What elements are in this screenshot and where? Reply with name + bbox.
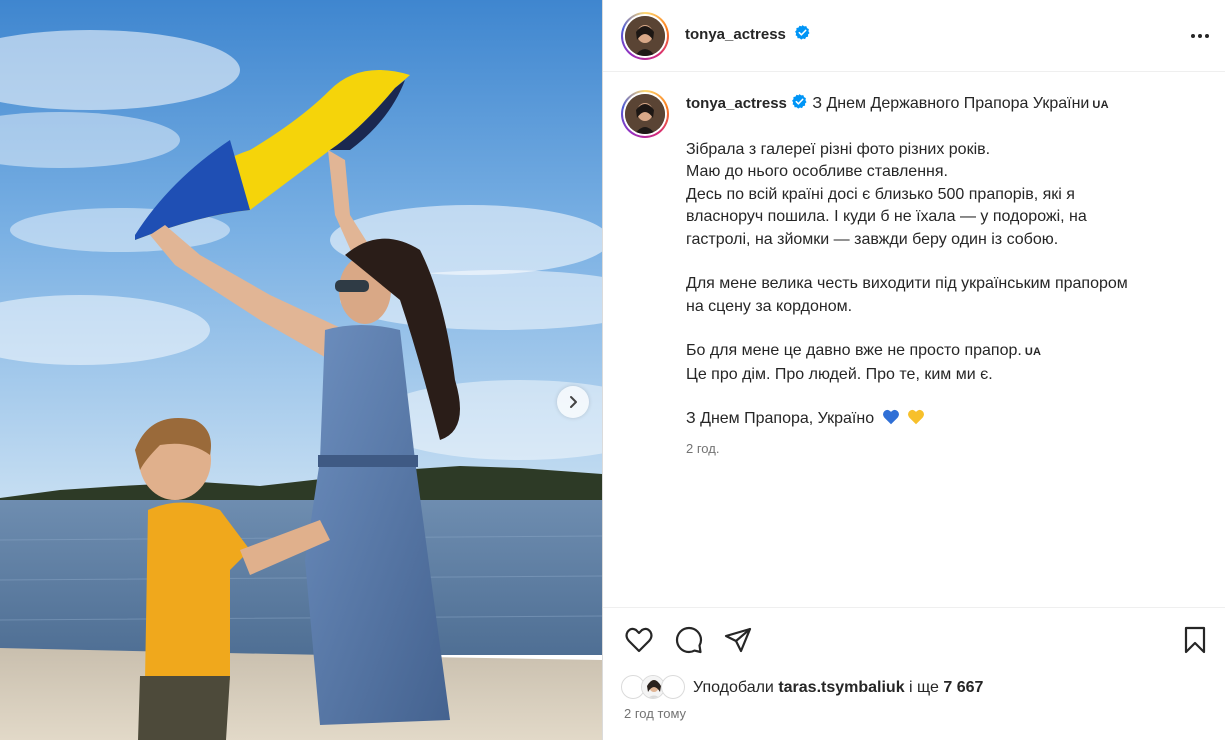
bookmark-icon (1184, 626, 1206, 654)
likes-text[interactable]: Уподобали taras.tsymbaliuk і ще 7 667 (693, 679, 983, 697)
caption-line: на сцену за кордоном. (686, 297, 853, 315)
caption-line: гастролі, на зйомки — завжди беру один і… (686, 230, 1059, 248)
caption-line: Зібрала з галереї різні фото різних рокі… (686, 140, 991, 158)
liker-username[interactable]: taras.tsymbaliuk (778, 679, 904, 696)
save-button[interactable] (1179, 624, 1211, 656)
caption-author-avatar[interactable] (621, 90, 669, 138)
liker-avatars[interactable] (621, 675, 689, 701)
caption-paragraph-1: Зібрала з галереї різні фото різних рокі… (686, 139, 1186, 252)
photo-scene (0, 0, 602, 740)
avatar-photo (625, 16, 665, 56)
caption-closing: З Днем Прапора, Україно (686, 408, 1186, 431)
heart-icon (625, 627, 653, 653)
caption-text: tonya_actress З Днем Державного Прапора … (686, 93, 1186, 453)
verified-badge-icon (795, 25, 810, 40)
caption-title: З Днем Державного Прапора України (812, 95, 1090, 112)
post-header: tonya_actress (603, 0, 1225, 72)
caption-line: Це про дім. Про людей. Про те, ким ми є. (686, 365, 993, 383)
caption-line: Для мене велика честь виходити під украї… (686, 275, 1128, 292)
share-icon (724, 627, 752, 653)
caption-line: власноруч пошила. І куди б не їхала — у … (686, 208, 1087, 225)
more-options-button[interactable] (1186, 22, 1214, 50)
chevron-right-icon (570, 396, 577, 408)
ua-flag-tag: UA (1092, 99, 1109, 111)
author-username[interactable]: tonya_actress (685, 26, 786, 43)
caption-username[interactable]: tonya_actress (686, 95, 787, 112)
caption-headline: tonya_actress З Днем Державного Прапора … (686, 93, 1186, 117)
avatar-photo (625, 94, 665, 134)
caption-line: Бо для мене це давно вже не просто прапо… (686, 342, 1022, 359)
caption-section: tonya_actress З Днем Державного Прапора … (603, 73, 1225, 608)
post-details-panel: tonya_actress tonya_actress З Днем Держа… (602, 0, 1225, 740)
ua-flag-tag: UA (1024, 346, 1042, 358)
like-button[interactable] (623, 624, 655, 656)
yellow-heart-icon (908, 409, 924, 425)
share-button[interactable] (722, 624, 754, 656)
caption-paragraph-2: Для мене велика честь виходити під украї… (686, 273, 1186, 318)
likes-prefix: Уподобали (693, 679, 774, 696)
author-avatar[interactable] (621, 12, 669, 60)
comment-icon (675, 626, 703, 654)
caption-line: Маю до нього особливе ставлення. (686, 163, 948, 180)
likes-joiner: і ще (909, 679, 939, 696)
post-timestamp[interactable]: 2 год тому (624, 706, 686, 721)
likes-count[interactable]: 7 667 (943, 679, 983, 696)
next-photo-button[interactable] (557, 386, 589, 418)
blue-heart-icon (882, 409, 899, 425)
avatar (661, 675, 685, 699)
caption-timestamp: 2 год. (686, 441, 720, 456)
comment-button[interactable] (673, 624, 705, 656)
more-options-icon (1191, 34, 1195, 38)
caption-closing-text: З Днем Прапора, Україно (686, 410, 875, 427)
verified-badge-icon (791, 94, 807, 109)
action-bar (603, 608, 1225, 668)
likes-summary: Уподобали taras.tsymbaliuk і ще 7 667 (621, 674, 983, 702)
post-photo[interactable] (0, 0, 602, 740)
caption-paragraph-3: Бо для мене це давно вже не просто прапо… (686, 340, 1186, 386)
caption-line: Десь по всій країні досі є близько 500 п… (686, 185, 1075, 203)
